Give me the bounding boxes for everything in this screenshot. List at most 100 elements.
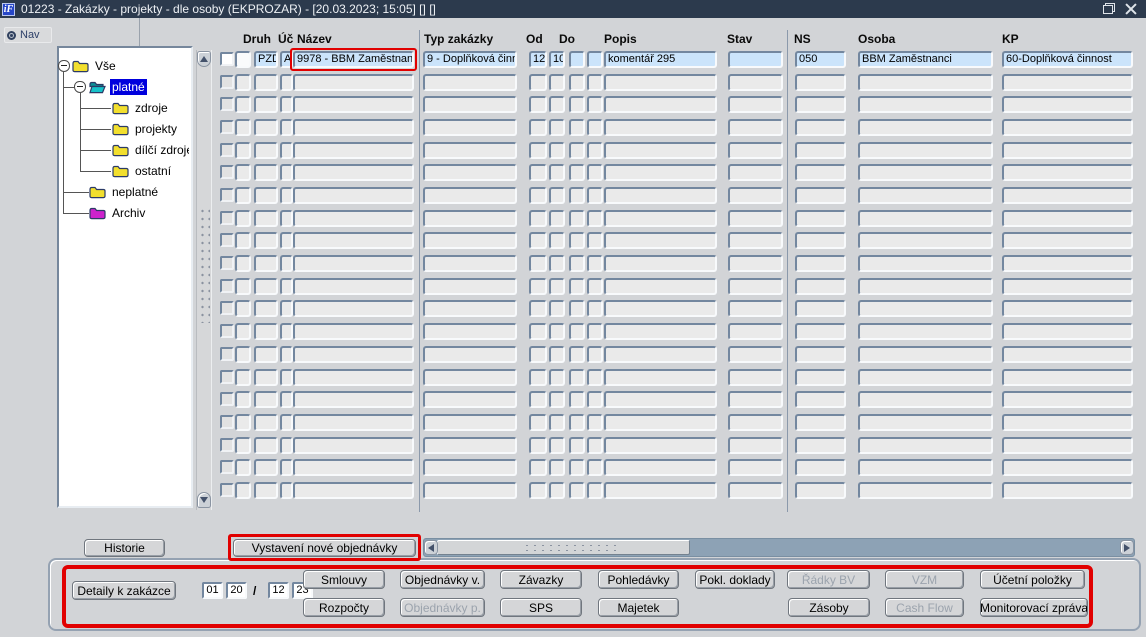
restore-button[interactable] xyxy=(1103,2,1115,15)
row-checkbox[interactable] xyxy=(220,52,234,66)
cell-do1[interactable] xyxy=(569,164,585,181)
cell-stav[interactable] xyxy=(728,369,783,386)
cell-do2[interactable] xyxy=(587,74,603,91)
cell-osoba[interactable] xyxy=(858,142,993,159)
cell-druh[interactable] xyxy=(254,369,278,386)
cell-popis[interactable] xyxy=(604,96,717,113)
cell-do2[interactable] xyxy=(587,300,603,317)
cell-druh[interactable] xyxy=(254,74,278,91)
cell-osoba[interactable] xyxy=(858,459,993,476)
cell-druh[interactable] xyxy=(254,414,278,431)
cell-popis[interactable] xyxy=(604,187,717,204)
cell-druh[interactable] xyxy=(254,300,278,317)
cell-uc[interactable] xyxy=(280,142,293,159)
cell-ns[interactable] xyxy=(795,119,846,136)
cell-kp[interactable] xyxy=(1002,482,1133,499)
cell-od2[interactable] xyxy=(549,232,565,249)
cell-kp[interactable] xyxy=(1002,323,1133,340)
cell-uc[interactable] xyxy=(280,119,293,136)
cell-ns[interactable] xyxy=(795,482,846,499)
cell-druh[interactable] xyxy=(254,323,278,340)
cell-osoba[interactable] xyxy=(858,96,993,113)
cell-ns[interactable]: 050 xyxy=(795,51,846,68)
cell-typ[interactable]: 9 - Doplňková činnost xyxy=(423,51,517,68)
cell-typ[interactable] xyxy=(423,369,517,386)
row-checkbox[interactable] xyxy=(220,165,234,179)
row-checkbox[interactable] xyxy=(220,188,234,202)
cell-pre[interactable] xyxy=(235,437,251,454)
cell-od1[interactable] xyxy=(529,278,547,295)
cell-ns[interactable] xyxy=(795,232,846,249)
cell-od2[interactable] xyxy=(549,346,565,363)
cell-nazev[interactable] xyxy=(293,232,414,249)
cell-popis[interactable] xyxy=(604,346,717,363)
cell-uc[interactable] xyxy=(280,74,293,91)
cell-stav[interactable] xyxy=(728,300,783,317)
cell-pre[interactable] xyxy=(235,119,251,136)
cell-uc[interactable] xyxy=(280,323,293,340)
cell-od2[interactable] xyxy=(549,278,565,295)
cell-ns[interactable] xyxy=(795,414,846,431)
cell-od2[interactable] xyxy=(549,187,565,204)
cell-od2[interactable] xyxy=(549,74,565,91)
cell-od2[interactable] xyxy=(549,369,565,386)
cell-osoba[interactable] xyxy=(858,210,993,227)
cell-nazev[interactable] xyxy=(293,255,414,272)
cell-od2[interactable]: 10 xyxy=(549,51,565,68)
row-checkbox[interactable] xyxy=(220,143,234,157)
cell-popis[interactable] xyxy=(604,210,717,227)
cell-nazev[interactable] xyxy=(293,142,414,159)
cell-od1[interactable] xyxy=(529,187,547,204)
cell-kp[interactable] xyxy=(1002,346,1133,363)
cell-pre[interactable] xyxy=(235,300,251,317)
cell-ns[interactable] xyxy=(795,164,846,181)
cell-typ[interactable] xyxy=(423,232,517,249)
cell-ns[interactable] xyxy=(795,323,846,340)
button-smlouvy[interactable]: Smlouvy xyxy=(303,570,385,589)
cell-od1[interactable] xyxy=(529,300,547,317)
cell-uc[interactable] xyxy=(280,391,293,408)
cell-pre[interactable] xyxy=(235,96,251,113)
cell-typ[interactable] xyxy=(423,459,517,476)
cell-stav[interactable] xyxy=(728,255,783,272)
cell-ns[interactable] xyxy=(795,300,846,317)
cell-ns[interactable] xyxy=(795,187,846,204)
cell-popis[interactable] xyxy=(604,323,717,340)
cell-uc[interactable] xyxy=(280,300,293,317)
cell-od2[interactable] xyxy=(549,255,565,272)
cell-typ[interactable] xyxy=(423,164,517,181)
cell-od2[interactable] xyxy=(549,142,565,159)
cell-pre[interactable] xyxy=(235,323,251,340)
cell-do2[interactable] xyxy=(587,323,603,340)
cell-do1[interactable] xyxy=(569,187,585,204)
cell-od1[interactable] xyxy=(529,437,547,454)
cell-stav[interactable] xyxy=(728,210,783,227)
cell-nazev[interactable]: 9978 - BBM Zaměstnanci xyxy=(293,51,414,68)
scroll-down-button[interactable] xyxy=(197,492,211,508)
cell-pre[interactable] xyxy=(235,210,251,227)
cell-druh[interactable] xyxy=(254,164,278,181)
cell-druh[interactable] xyxy=(254,437,278,454)
cell-stav[interactable] xyxy=(728,323,783,340)
cell-do2[interactable] xyxy=(587,232,603,249)
cell-nazev[interactable] xyxy=(293,323,414,340)
cell-nazev[interactable] xyxy=(293,96,414,113)
row-checkbox[interactable] xyxy=(220,415,234,429)
row-checkbox[interactable] xyxy=(220,483,234,497)
cell-pre[interactable] xyxy=(235,482,251,499)
detaily-k-zakazce-button[interactable]: Detaily k zakázce xyxy=(72,581,176,600)
cell-stav[interactable] xyxy=(728,482,783,499)
cell-do1[interactable] xyxy=(569,278,585,295)
cell-pre[interactable] xyxy=(235,142,251,159)
cell-stav[interactable] xyxy=(728,164,783,181)
cell-druh[interactable] xyxy=(254,346,278,363)
cell-ns[interactable] xyxy=(795,391,846,408)
cell-do1[interactable] xyxy=(569,323,585,340)
cell-od1[interactable] xyxy=(529,482,547,499)
button-objednavky-v[interactable]: Objednávky v. xyxy=(400,570,485,589)
cell-do2[interactable] xyxy=(587,119,603,136)
nav-toggle[interactable]: Nav xyxy=(4,27,52,43)
cell-do1[interactable] xyxy=(569,482,585,499)
cell-uc[interactable]: A xyxy=(280,51,293,68)
cell-osoba[interactable] xyxy=(858,414,993,431)
